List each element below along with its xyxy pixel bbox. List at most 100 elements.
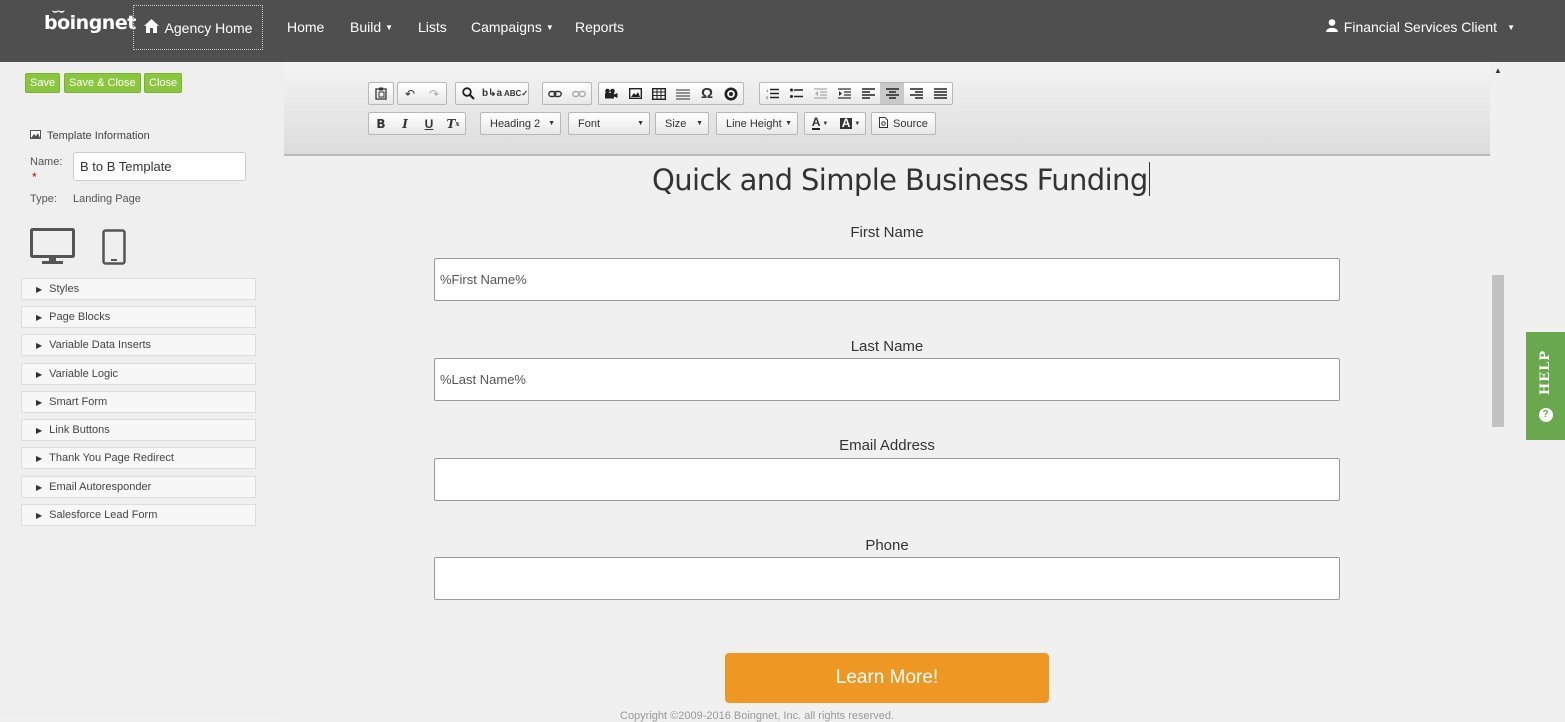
boingnet-logo[interactable]: ⌣⌣ boingnet — [44, 6, 136, 34]
save-button[interactable]: Save — [25, 73, 61, 93]
align-right-icon[interactable] — [904, 83, 928, 104]
home-icon — [143, 19, 159, 36]
document-icon — [879, 116, 888, 131]
type-label: Type: — [30, 193, 57, 205]
svg-text:2: 2 — [766, 95, 769, 99]
first-name-field[interactable]: %First Name% — [434, 258, 1340, 301]
accordion-email-autoresponder[interactable]: ▶ Email Autoresponder — [21, 476, 256, 498]
caret-right-icon: ▶ — [36, 397, 43, 407]
underline-icon[interactable]: U — [417, 113, 441, 134]
agency-home-label: Agency Home — [164, 19, 253, 36]
text-cursor — [1148, 162, 1150, 196]
accordion-styles[interactable]: ▶ Styles — [21, 278, 256, 300]
chevron-down-icon: ▼ — [545, 23, 554, 32]
svg-text:1: 1 — [766, 88, 769, 93]
indent-icon[interactable] — [832, 83, 856, 104]
format-dropdown[interactable]: Heading 2 ▼ — [480, 112, 561, 135]
nav-lists[interactable]: Lists — [418, 19, 447, 35]
unlink-icon[interactable] — [567, 83, 591, 104]
bold-icon[interactable]: B — [369, 113, 393, 134]
find-icon[interactable] — [456, 83, 480, 104]
page-headline[interactable]: Quick and Simple Business Funding — [652, 162, 1150, 197]
accordion-variable-logic[interactable]: ▶ Variable Logic — [21, 363, 256, 385]
outdent-icon[interactable] — [808, 83, 832, 104]
save-close-button[interactable]: Save & Close — [64, 73, 141, 93]
redo-icon[interactable]: ↷ — [422, 83, 446, 104]
iframe-icon[interactable] — [719, 83, 743, 104]
bullet-list-icon[interactable] — [784, 83, 808, 104]
paste-icon[interactable] — [369, 83, 393, 104]
user-name: Financial Services Client — [1343, 19, 1498, 35]
question-icon: ? — [1538, 407, 1553, 422]
accordion-salesforce-lead-form[interactable]: ▶ Salesforce Lead Form — [21, 504, 256, 526]
table-icon[interactable] — [647, 83, 671, 104]
caret-right-icon: ▶ — [36, 369, 43, 379]
text-color-icon[interactable]: A ▼ — [805, 113, 835, 134]
template-name-input[interactable]: B to B Template — [73, 152, 246, 181]
last-name-field[interactable]: %Last Name% — [434, 358, 1340, 401]
undo-icon[interactable]: ↶ — [398, 83, 422, 104]
replace-icon[interactable]: b↳a — [480, 83, 504, 104]
nav-campaigns[interactable]: Campaigns ▼ — [471, 19, 554, 35]
numbered-list-icon[interactable]: 12 — [760, 83, 784, 104]
image-icon[interactable] — [623, 83, 647, 104]
accordion-variable-data-inserts[interactable]: ▶ Variable Data Inserts — [21, 334, 256, 356]
video-icon[interactable] — [599, 83, 623, 104]
top-nav: ⌣⌣ boingnet Agency Home Home Build ▼ Lists… — [0, 0, 1565, 62]
caret-right-icon: ▶ — [36, 510, 43, 520]
clear-format-icon[interactable]: Tx — [441, 113, 465, 134]
phone-field[interactable] — [434, 557, 1340, 600]
editor-area: ↶ ↷ b↳a ABC✓ Ω 1 2 B I U T x Heading 2 ▼… — [284, 62, 1490, 722]
dropdown-arrow-icon: ▼ — [548, 120, 555, 127]
help-label: HELP — [1538, 350, 1553, 396]
align-left-icon[interactable] — [856, 83, 880, 104]
accordion-link-buttons[interactable]: ▶ Link Buttons — [21, 419, 256, 441]
nav-reports[interactable]: Reports — [575, 19, 624, 35]
desktop-icon[interactable] — [30, 228, 75, 269]
special-char-icon[interactable]: Ω — [695, 83, 719, 104]
size-dropdown[interactable]: Size ▼ — [655, 112, 709, 135]
list-group: 12 — [759, 82, 953, 105]
mobile-icon[interactable] — [102, 229, 126, 270]
source-button[interactable]: Source — [871, 112, 936, 135]
caret-right-icon: ▶ — [36, 453, 43, 463]
image-icon — [30, 130, 41, 142]
insert-group: Ω — [598, 82, 744, 105]
user-icon — [1325, 19, 1338, 35]
email-label: Email Address — [839, 437, 935, 454]
close-button[interactable]: Close — [144, 73, 183, 93]
editor-scrollbar[interactable]: ▲ — [1490, 62, 1507, 715]
history-group: ↶ ↷ — [397, 82, 447, 105]
help-tab[interactable]: HELP ? — [1526, 332, 1565, 440]
background-color-icon[interactable]: A ▼ — [835, 113, 865, 134]
caret-right-icon: ▶ — [36, 340, 43, 350]
link-icon[interactable] — [543, 83, 567, 104]
font-dropdown[interactable]: Font ▼ — [568, 112, 650, 135]
link-group — [542, 82, 592, 105]
nav-build[interactable]: Build ▼ — [350, 19, 393, 35]
line-height-dropdown[interactable]: Line Height ▼ — [716, 112, 798, 135]
chevron-down-icon: ▼ — [385, 23, 394, 32]
dropdown-arrow-icon: ▼ — [785, 120, 792, 127]
nav-home[interactable]: Home — [287, 19, 324, 35]
align-center-icon[interactable] — [880, 83, 904, 104]
scroll-up-icon[interactable]: ▲ — [1494, 66, 1502, 75]
spellcheck-icon[interactable]: ABC✓ — [504, 83, 528, 104]
dropdown-arrow-icon: ▼ — [696, 120, 703, 127]
email-field[interactable] — [434, 458, 1340, 501]
scrollbar-thumb[interactable] — [1492, 275, 1504, 427]
horizontal-rule-icon[interactable] — [671, 83, 695, 104]
chevron-down-icon: ▼ — [1507, 22, 1515, 32]
sidebar: Save Save & Close Close Template Informa… — [0, 62, 284, 715]
agency-home-button[interactable]: Agency Home — [133, 5, 263, 50]
accordion-smart-form[interactable]: ▶ Smart Form — [21, 391, 256, 413]
align-justify-icon[interactable] — [928, 83, 952, 104]
accordion-page-blocks[interactable]: ▶ Page Blocks — [21, 306, 256, 328]
italic-icon[interactable]: I — [393, 113, 417, 134]
caret-right-icon: ▶ — [36, 425, 43, 435]
copyright-text: Copyright ©2009-2016 Boingnet, Inc. all … — [620, 710, 895, 722]
user-menu[interactable]: Financial Services Client ▼ — [1325, 19, 1515, 35]
accordion-thank-you-redirect[interactable]: ▶ Thank You Page Redirect — [21, 447, 256, 469]
learn-more-button[interactable]: Learn More! — [725, 653, 1049, 703]
caret-right-icon: ▶ — [36, 312, 43, 322]
